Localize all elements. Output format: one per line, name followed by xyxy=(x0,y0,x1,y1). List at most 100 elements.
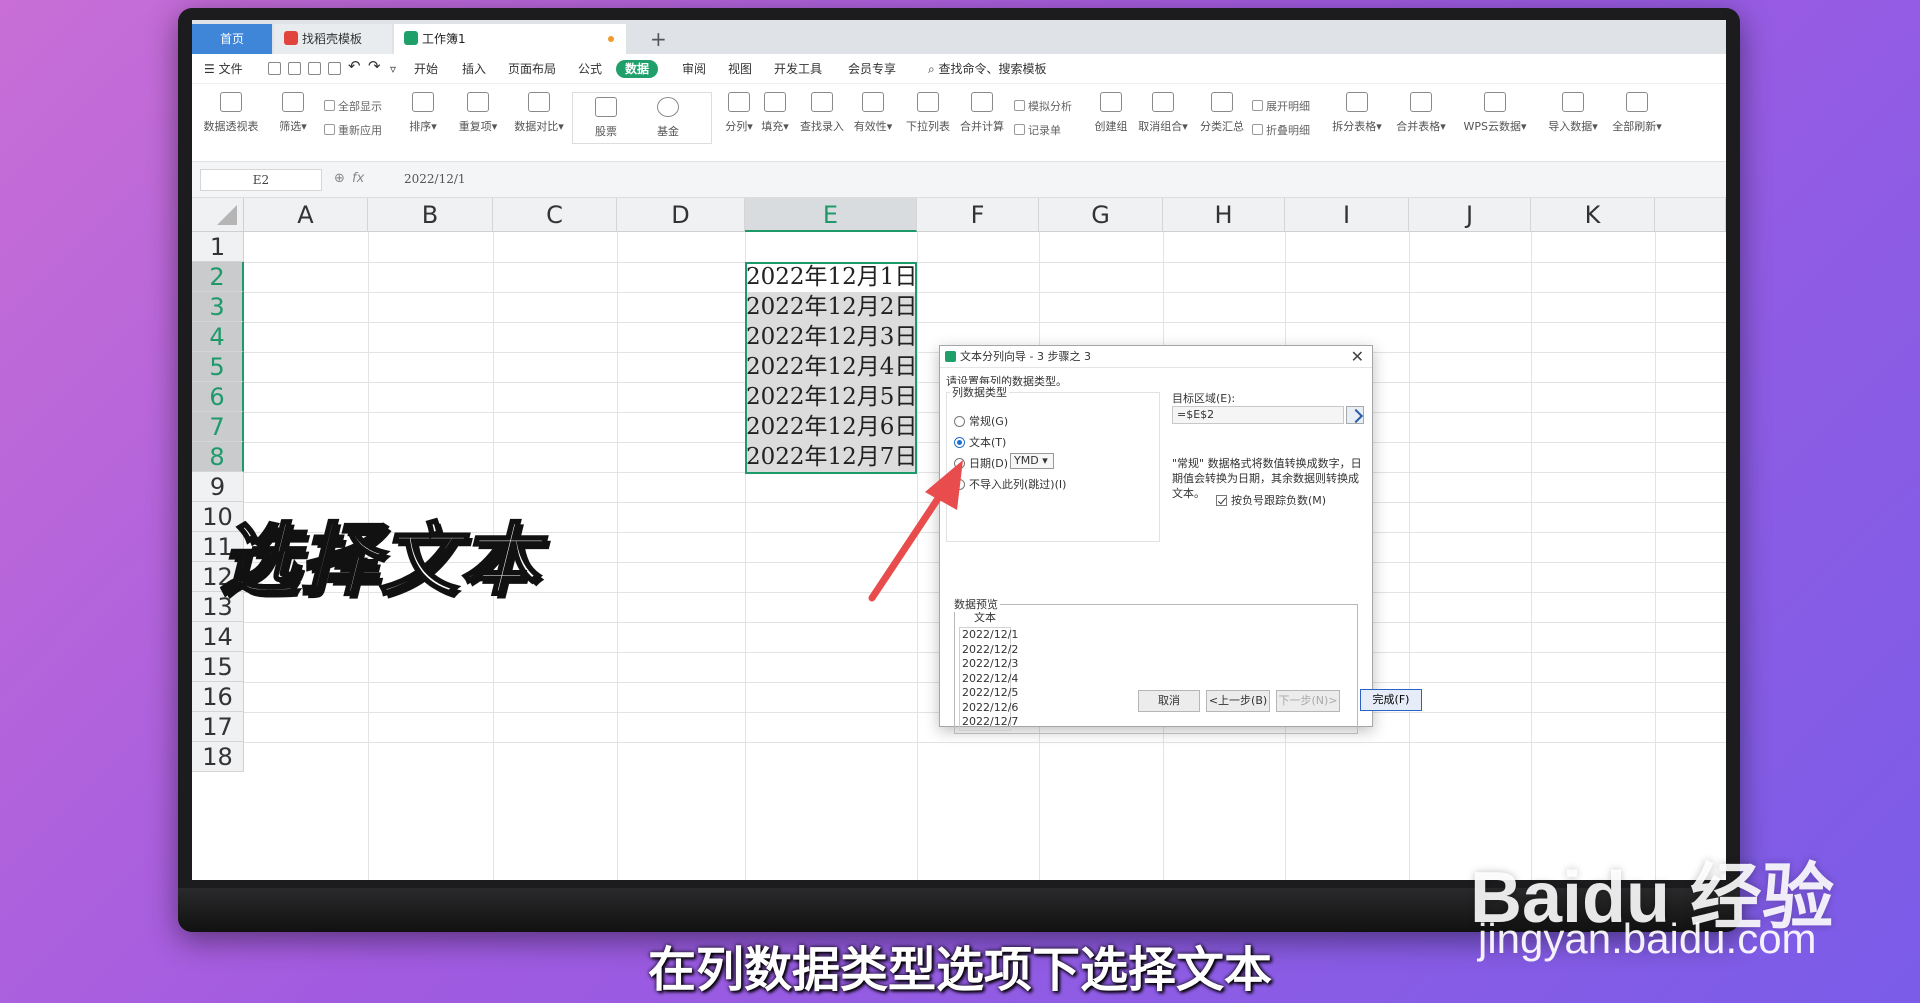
row-header-16[interactable]: 16 xyxy=(192,682,244,712)
row-header-7[interactable]: 7 xyxy=(192,412,244,442)
column-header-f[interactable]: F xyxy=(917,198,1039,232)
export-icon[interactable] xyxy=(288,62,301,75)
row-header-1[interactable]: 1 xyxy=(192,232,244,262)
radio-skip-column[interactable]: 不导入此列(跳过)(I) xyxy=(954,476,1066,492)
redo-icon[interactable]: ↷ xyxy=(368,57,381,75)
column-header-e[interactable]: E xyxy=(745,198,917,232)
dialog-title-bar[interactable]: 文本分列向导 - 3 步骤之 3 ✕ xyxy=(940,346,1372,368)
menu-start[interactable]: 开始 xyxy=(414,60,438,78)
radio-general[interactable]: 常规(G) xyxy=(954,413,1008,429)
row-header-4[interactable]: 4 xyxy=(192,322,244,352)
column-header-j[interactable]: J xyxy=(1409,198,1531,232)
cancel-button[interactable]: 取消 xyxy=(1138,690,1200,712)
data-compare-button[interactable]: 数据对比▾ xyxy=(510,90,568,150)
column-header-k[interactable]: K xyxy=(1531,198,1655,232)
save-icon[interactable] xyxy=(268,62,281,75)
pivot-table-button[interactable]: 数据透视表 xyxy=(200,90,262,150)
zoom-formula-icon[interactable]: ⊕ xyxy=(334,171,345,186)
merge-table-button[interactable]: 合并表格▾ xyxy=(1392,90,1450,150)
print-icon[interactable] xyxy=(308,62,321,75)
row-header-8[interactable]: 8 xyxy=(192,442,244,472)
simulate-button[interactable]: 模拟分析 xyxy=(1014,98,1072,114)
column-header-c[interactable]: C xyxy=(493,198,617,232)
menu-view[interactable]: 视图 xyxy=(728,60,752,78)
wps-cloud-data-button[interactable]: WPS云数据▾ xyxy=(1458,90,1532,150)
tab-home[interactable]: 首页 xyxy=(192,24,272,54)
radio-text[interactable]: 文本(T) xyxy=(954,434,1006,450)
command-search[interactable]: ⌕ 查找命令、搜索模板 xyxy=(928,60,1047,78)
name-box[interactable]: E2 xyxy=(200,169,322,191)
expand-detail-label: 展开明细 xyxy=(1266,100,1310,113)
gridline xyxy=(244,292,1726,293)
menu-formula[interactable]: 公式 xyxy=(578,60,602,78)
menu-developer[interactable]: 开发工具 xyxy=(774,60,822,78)
column-header-b[interactable]: B xyxy=(368,198,493,232)
row-header-6[interactable]: 6 xyxy=(192,382,244,412)
row-header-17[interactable]: 17 xyxy=(192,712,244,742)
row-header-18[interactable]: 18 xyxy=(192,742,244,772)
date-format-select[interactable]: YMD ▾ xyxy=(1010,453,1054,469)
range-picker-icon[interactable] xyxy=(1346,406,1364,424)
select-all-corner[interactable] xyxy=(192,198,244,232)
record-form-button[interactable]: 记录单 xyxy=(1014,122,1061,138)
column-header-h[interactable]: H xyxy=(1163,198,1285,232)
fund-button[interactable]: 基金 xyxy=(639,95,697,155)
radio-date[interactable]: 日期(D) xyxy=(954,455,1008,471)
tab-template[interactable]: 找稻壳模板 xyxy=(274,24,392,54)
close-icon[interactable]: ✕ xyxy=(1351,346,1364,368)
ungroup-button[interactable]: 取消组合▾ xyxy=(1134,90,1192,150)
row-header-5[interactable]: 5 xyxy=(192,352,244,382)
data-compare-icon xyxy=(528,92,550,112)
tab-workbook[interactable]: 工作簿1 xyxy=(394,24,626,54)
row-header-15[interactable]: 15 xyxy=(192,652,244,682)
unsaved-dot-icon xyxy=(608,36,614,42)
menu-insert[interactable]: 插入 xyxy=(462,60,486,78)
dropdown-list-button[interactable]: 下拉列表 xyxy=(902,90,954,150)
column-header-a[interactable]: A xyxy=(244,198,368,232)
back-button[interactable]: <上一步(B) xyxy=(1206,690,1270,712)
row-header-2[interactable]: 2 xyxy=(192,262,244,292)
collapse-detail-button[interactable]: 折叠明细 xyxy=(1252,122,1310,138)
column-header-i[interactable]: I xyxy=(1285,198,1409,232)
split-column-button[interactable]: 分列▾ xyxy=(722,90,756,150)
refresh-all-button[interactable]: 全部刷新▾ xyxy=(1608,90,1666,150)
duplicates-button[interactable]: 重复项▾ xyxy=(454,90,502,150)
filter-button[interactable]: 筛选▾ xyxy=(276,90,310,150)
expand-detail-button[interactable]: 展开明细 xyxy=(1252,98,1310,114)
file-menu[interactable]: ☰ 文件 xyxy=(204,60,243,78)
new-tab-button[interactable]: + xyxy=(650,24,667,54)
negative-sign-checkbox[interactable]: 按负号跟踪负数(M) xyxy=(1216,492,1326,508)
menu-member[interactable]: 会员专享 xyxy=(848,60,896,78)
formula-input[interactable]: 2022/12/1 xyxy=(404,172,466,186)
stock-icon xyxy=(595,97,617,117)
data-preview-box[interactable]: 文本 2022/12/1 2022/12/2 2022/12/3 2022/12… xyxy=(954,604,1358,734)
lookup-entry-button[interactable]: 查找录入 xyxy=(796,90,848,150)
consolidate-button[interactable]: 合并计算 xyxy=(956,90,1008,150)
target-range-input[interactable]: =$E$2 xyxy=(1172,406,1344,424)
radio-date-circle xyxy=(954,458,965,469)
menu-review[interactable]: 审阅 xyxy=(682,60,706,78)
subtotal-button[interactable]: 分类汇总 xyxy=(1196,90,1248,150)
sort-button[interactable]: 排序▾ xyxy=(406,90,440,150)
row-header-14[interactable]: 14 xyxy=(192,622,244,652)
import-data-button[interactable]: 导入数据▾ xyxy=(1544,90,1602,150)
show-all-button[interactable]: 全部显示 xyxy=(324,98,382,114)
quick-access-chevron-icon[interactable]: ▿ xyxy=(390,60,396,78)
next-button[interactable]: 下一步(N)> xyxy=(1276,690,1340,712)
preview-icon[interactable] xyxy=(328,62,341,75)
column-header-g[interactable]: G xyxy=(1039,198,1163,232)
menu-page-layout[interactable]: 页面布局 xyxy=(508,60,556,78)
split-table-button[interactable]: 拆分表格▾ xyxy=(1328,90,1386,150)
reapply-button[interactable]: 重新应用 xyxy=(324,122,382,138)
column-header-overflow[interactable] xyxy=(1655,198,1726,232)
create-group-button[interactable]: 创建组 xyxy=(1090,90,1132,150)
fx-icon[interactable]: fx xyxy=(352,171,364,186)
validity-button[interactable]: 有效性▾ xyxy=(850,90,896,150)
column-header-d[interactable]: D xyxy=(617,198,745,232)
undo-icon[interactable]: ↶ xyxy=(348,57,361,75)
row-header-3[interactable]: 3 xyxy=(192,292,244,322)
fill-button[interactable]: 填充▾ xyxy=(758,90,792,150)
stock-button[interactable]: 股票 xyxy=(577,95,635,155)
menu-data[interactable]: 数据 xyxy=(616,60,659,78)
finish-button[interactable]: 完成(F) xyxy=(1360,689,1422,711)
